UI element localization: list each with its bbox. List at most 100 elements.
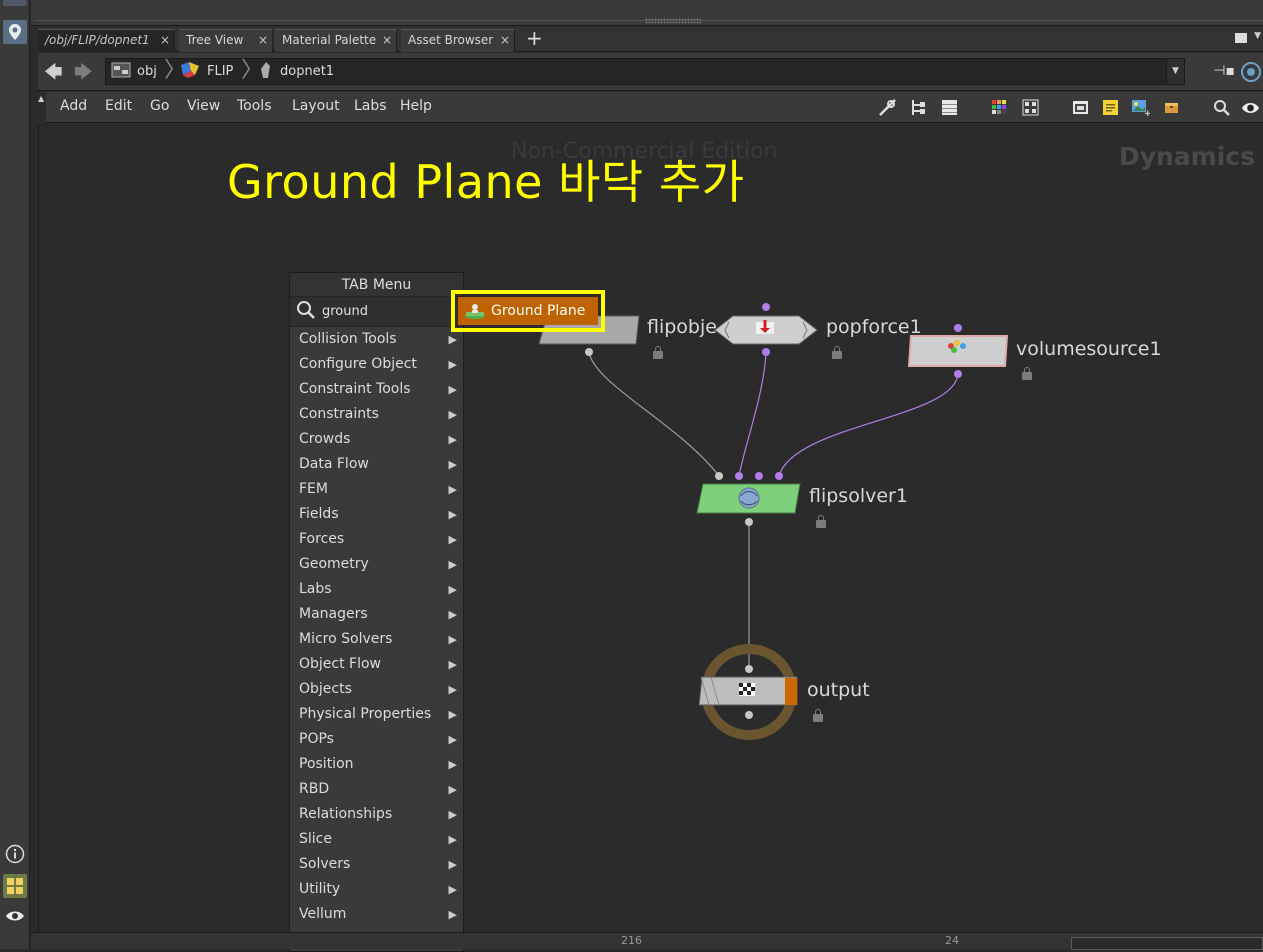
collapse-toolbar-handle[interactable] bbox=[38, 92, 46, 123]
submenu-arrow-icon: ▶ bbox=[448, 658, 457, 671]
tab-menu-entry-label: Constraint Tools bbox=[299, 381, 411, 397]
tab-menu-entry[interactable]: Geometry ▶ bbox=[290, 552, 463, 577]
menu-add[interactable]: Add bbox=[60, 98, 87, 114]
ground-plane-menu-item[interactable]: Ground Plane bbox=[458, 297, 598, 325]
tab-menu-entry-label: Slice bbox=[299, 831, 332, 847]
maximize-pane-icon[interactable] bbox=[1235, 33, 1247, 43]
tab-menu-entry[interactable]: Crowds ▶ bbox=[290, 427, 463, 452]
node-output[interactable] bbox=[698, 644, 798, 740]
tab-close-icon[interactable]: × bbox=[160, 30, 170, 51]
breadcrumb-obj[interactable]: obj bbox=[111, 59, 157, 84]
tab-menu-entry[interactable]: RBD ▶ bbox=[290, 777, 463, 802]
tab-menu-entry[interactable]: Objects ▶ bbox=[290, 677, 463, 702]
tab-network-dopnet1[interactable]: /obj/FLIP/dopnet1 × bbox=[38, 29, 175, 52]
breadcrumb-dropdown-chevron-icon[interactable]: ▼ bbox=[1166, 59, 1184, 84]
node-flipsolver[interactable] bbox=[696, 472, 801, 526]
node-popforce[interactable] bbox=[714, 303, 818, 356]
tab-menu-entry[interactable]: Configure Object ▶ bbox=[290, 352, 463, 377]
tab-menu-entry[interactable]: POPs ▶ bbox=[290, 727, 463, 752]
lock-icon[interactable] bbox=[813, 709, 823, 722]
tab-menu-entry[interactable]: Utility ▶ bbox=[290, 877, 463, 902]
search-icon[interactable] bbox=[1212, 98, 1231, 117]
shape-palette-icon[interactable] bbox=[1021, 98, 1040, 117]
tab-menu-entry[interactable]: Collision Tools ▶ bbox=[290, 327, 463, 352]
lock-icon[interactable] bbox=[832, 346, 842, 359]
tab-menu-entry[interactable]: Position ▶ bbox=[290, 752, 463, 777]
add-tab-button[interactable]: + bbox=[526, 27, 543, 50]
tab-menu-entry[interactable]: Labs ▶ bbox=[290, 577, 463, 602]
location-pin-icon[interactable] bbox=[3, 20, 27, 44]
tab-menu-entry[interactable]: Slice ▶ bbox=[290, 827, 463, 852]
tab-menu-entry[interactable]: Data Flow ▶ bbox=[290, 452, 463, 477]
menu-layout[interactable]: Layout bbox=[292, 98, 340, 114]
network-box-icon[interactable] bbox=[1071, 98, 1090, 117]
tab-menu-entry[interactable]: Constraint Tools ▶ bbox=[290, 377, 463, 402]
eye-icon[interactable] bbox=[3, 904, 27, 928]
node-volumesource[interactable] bbox=[907, 324, 1009, 378]
input-connector bbox=[715, 472, 723, 480]
breadcrumb-dopnet1[interactable]: dopnet1 bbox=[258, 59, 334, 84]
lock-icon[interactable] bbox=[816, 515, 826, 528]
tab-menu-entry-label: FEM bbox=[299, 481, 328, 497]
link-target-icon[interactable] bbox=[1241, 62, 1261, 82]
menu-go[interactable]: Go bbox=[150, 98, 169, 114]
breadcrumb-flip[interactable]: FLIP bbox=[179, 59, 233, 84]
tab-menu-entry[interactable]: Managers ▶ bbox=[290, 602, 463, 627]
menu-help[interactable]: Help bbox=[400, 98, 432, 114]
menu-labs[interactable]: Labs bbox=[354, 98, 387, 114]
submenu-arrow-icon: ▶ bbox=[448, 833, 457, 846]
tab-menu-entry[interactable]: FEM ▶ bbox=[290, 477, 463, 502]
menu-edit[interactable]: Edit bbox=[105, 98, 132, 114]
pane-menu-chevron-icon[interactable]: ▼ bbox=[1254, 31, 1261, 41]
color-palette-icon[interactable] bbox=[990, 98, 1009, 117]
forward-arrow-icon[interactable]: 🡆 bbox=[74, 60, 93, 90]
tab-tree-view[interactable]: Tree View × bbox=[179, 29, 273, 52]
tree-layout-icon[interactable] bbox=[909, 98, 928, 117]
output-connector bbox=[762, 348, 770, 356]
tab-menu-entry-label: POPs bbox=[299, 731, 334, 747]
sticky-note-icon[interactable] bbox=[1101, 98, 1120, 117]
info-icon[interactable] bbox=[3, 842, 27, 866]
tab-menu-entry[interactable]: Relationships ▶ bbox=[290, 802, 463, 827]
tab-material-palette[interactable]: Material Palette × bbox=[275, 29, 397, 52]
tab-menu-entry[interactable]: Physical Properties ▶ bbox=[290, 702, 463, 727]
eye-visibility-icon[interactable] bbox=[1241, 98, 1260, 117]
tab-close-icon[interactable]: × bbox=[500, 30, 510, 51]
tab-menu-entry[interactable]: Micro Solvers ▶ bbox=[290, 627, 463, 652]
ground-plane-suggestion-highlight[interactable]: Ground Plane bbox=[451, 290, 605, 332]
tab-menu-entry[interactable]: Forces ▶ bbox=[290, 527, 463, 552]
layout-grid-icon[interactable] bbox=[3, 874, 27, 898]
lock-icon[interactable] bbox=[653, 346, 663, 359]
submenu-arrow-icon: ▶ bbox=[448, 433, 457, 446]
network-editor[interactable]: Non-Commercial Edition Dynamics flipobje… bbox=[38, 124, 1263, 952]
menu-view[interactable]: View bbox=[187, 98, 220, 114]
tab-menu-entry-label: RBD bbox=[299, 781, 330, 797]
tab-menu-search-field[interactable]: ground bbox=[290, 297, 463, 327]
network-menu-bar: Add Edit Go View Tools Layout Labs Help … bbox=[38, 92, 1263, 123]
tab-menu-entry[interactable]: Fields ▶ bbox=[290, 502, 463, 527]
back-arrow-icon[interactable]: 🡄 bbox=[44, 60, 63, 90]
asset-box-icon[interactable] bbox=[1162, 98, 1181, 117]
pin-icon[interactable]: ⊣▪ bbox=[1213, 63, 1235, 79]
search-input[interactable]: ground bbox=[322, 304, 368, 319]
background-image-icon[interactable]: + bbox=[1131, 98, 1150, 117]
tab-menu-entry-label: Managers bbox=[299, 606, 368, 622]
wrench-tools-icon[interactable] bbox=[878, 98, 897, 117]
submenu-arrow-icon: ▶ bbox=[448, 683, 457, 696]
tab-menu-entry-label: Labs bbox=[299, 581, 332, 597]
lock-icon[interactable] bbox=[1022, 367, 1032, 380]
tab-menu-entry[interactable]: Constraints ▶ bbox=[290, 402, 463, 427]
output-connector bbox=[745, 518, 753, 526]
tab-close-icon[interactable]: × bbox=[258, 30, 268, 51]
tab-menu-entry[interactable]: Vellum ▶ bbox=[290, 902, 463, 927]
list-view-icon[interactable] bbox=[940, 98, 959, 117]
pane-resize-grip[interactable] bbox=[645, 18, 701, 24]
playbar-field[interactable] bbox=[1071, 937, 1263, 950]
obj-network-icon bbox=[111, 61, 131, 83]
tab-close-icon[interactable]: × bbox=[382, 30, 392, 51]
strip-top-button[interactable] bbox=[3, 0, 27, 6]
tab-asset-browser[interactable]: Asset Browser × bbox=[401, 29, 515, 52]
tab-menu-entry[interactable]: Object Flow ▶ bbox=[290, 652, 463, 677]
tab-menu-entry[interactable]: Solvers ▶ bbox=[290, 852, 463, 877]
menu-tools[interactable]: Tools bbox=[237, 98, 272, 114]
